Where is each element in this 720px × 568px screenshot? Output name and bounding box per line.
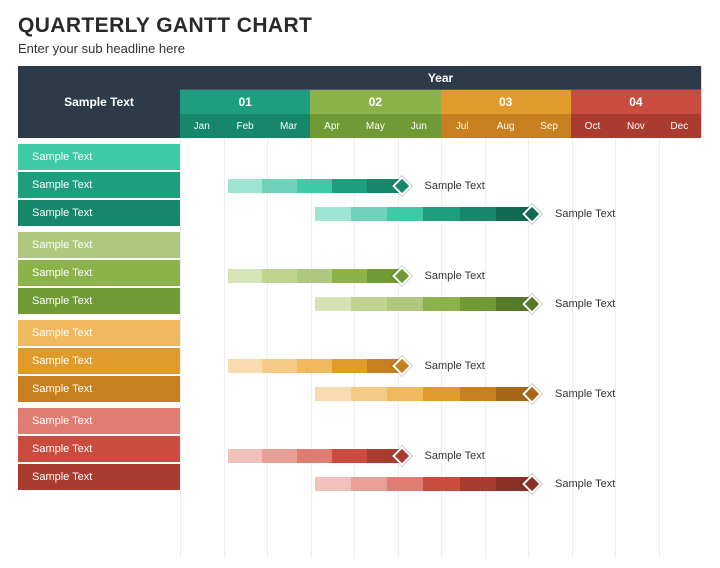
task-row: Sample Text	[180, 290, 702, 318]
bar-label: Sample Text	[425, 270, 485, 282]
gantt-body: Sample TextSample TextSample TextSample …	[18, 138, 702, 558]
task-label: Sample Text	[18, 320, 180, 346]
months-q1: JanFebMar	[180, 114, 310, 138]
gantt-bar: Sample Text	[315, 297, 616, 311]
task-row: Sample Text	[180, 380, 702, 408]
corner-header: Sample Text	[18, 66, 180, 138]
task-label: Sample Text	[18, 464, 180, 490]
gantt-bar: Sample Text	[228, 179, 485, 193]
gantt-bar: Sample Text	[315, 387, 616, 401]
month-jan: Jan	[180, 114, 223, 138]
month-dec: Dec	[658, 114, 701, 138]
months-q2: AprMayJun	[310, 114, 440, 138]
task-row	[180, 144, 702, 172]
task-row: Sample Text	[180, 470, 702, 498]
page-subtitle: Enter your sub headline here	[18, 41, 702, 56]
gantt-bar: Sample Text	[228, 449, 485, 463]
year-header: Year	[180, 66, 701, 90]
task-row: Sample Text	[180, 172, 702, 200]
month-sep: Sep	[527, 114, 570, 138]
bar-label: Sample Text	[425, 180, 485, 192]
months-row: JanFebMar AprMayJun JulAugSep OctNovDec	[180, 114, 701, 138]
timeline-area: Sample Text Sample Text Sample Text Sample …	[180, 138, 702, 558]
quarter-02: 02	[310, 90, 440, 114]
tracks: Sample Text Sample Text Sample Text Sample …	[180, 138, 702, 558]
task-label: Sample Text	[18, 200, 180, 226]
task-label: Sample Text	[18, 172, 180, 198]
quarters-row: 01 02 03 04	[180, 90, 701, 114]
task-label: Sample Text	[18, 376, 180, 402]
task-label: Sample Text	[18, 232, 180, 258]
task-label: Sample Text	[18, 408, 180, 434]
task-row	[180, 414, 702, 442]
task-row: Sample Text	[180, 352, 702, 380]
month-nov: Nov	[614, 114, 657, 138]
task-label: Sample Text	[18, 348, 180, 374]
task-label: Sample Text	[18, 436, 180, 462]
task-label: Sample Text	[18, 260, 180, 286]
month-aug: Aug	[484, 114, 527, 138]
task-row: Sample Text	[180, 442, 702, 470]
task-row	[180, 324, 702, 352]
page: QUARTERLY GANTT CHART Enter your sub hea…	[0, 0, 720, 568]
task-labels-column: Sample TextSample TextSample TextSample …	[18, 138, 180, 558]
task-label: Sample Text	[18, 144, 180, 170]
task-row: Sample Text	[180, 200, 702, 228]
gantt-bar: Sample Text	[228, 269, 485, 283]
bar-label: Sample Text	[555, 478, 615, 490]
gantt-bar: Sample Text	[315, 477, 616, 491]
month-mar: Mar	[267, 114, 310, 138]
bar-label: Sample Text	[555, 298, 615, 310]
month-apr: Apr	[310, 114, 353, 138]
month-may: May	[354, 114, 397, 138]
timeline-header: Year 01 02 03 04 JanFebMar AprMayJun Jul…	[180, 66, 702, 138]
gantt-bar: Sample Text	[315, 207, 616, 221]
month-jun: Jun	[397, 114, 440, 138]
gantt-chart: Sample Text Year 01 02 03 04 JanFebMar A…	[18, 66, 702, 138]
quarter-01: 01	[180, 90, 310, 114]
month-jul: Jul	[441, 114, 484, 138]
bar-label: Sample Text	[555, 388, 615, 400]
month-oct: Oct	[571, 114, 614, 138]
month-feb: Feb	[223, 114, 266, 138]
gantt-bar: Sample Text	[228, 359, 485, 373]
bar-label: Sample Text	[425, 360, 485, 372]
task-row: Sample Text	[180, 262, 702, 290]
page-title: QUARTERLY GANTT CHART	[18, 14, 702, 38]
bar-label: Sample Text	[555, 208, 615, 220]
quarter-04: 04	[571, 90, 701, 114]
task-label: Sample Text	[18, 288, 180, 314]
left-column: Sample Text	[18, 66, 180, 138]
task-row	[180, 234, 702, 262]
months-q4: OctNovDec	[571, 114, 701, 138]
bar-label: Sample Text	[425, 450, 485, 462]
months-q3: JulAugSep	[441, 114, 571, 138]
quarter-03: 03	[441, 90, 571, 114]
